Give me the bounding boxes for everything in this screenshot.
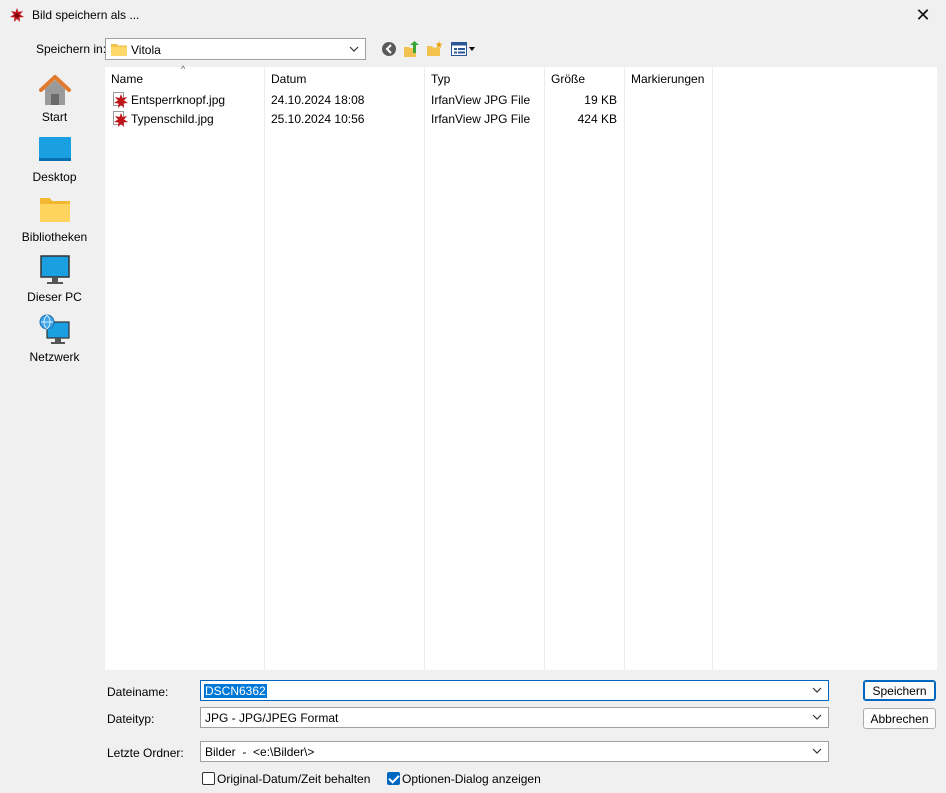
place-network[interactable]: Netzwerk bbox=[5, 314, 104, 372]
recent-folders-label: Letzte Ordner: bbox=[107, 746, 184, 760]
up-folder-button[interactable] bbox=[403, 40, 421, 58]
keep-date-checkbox[interactable] bbox=[202, 772, 215, 785]
save-button-label: Speichern bbox=[872, 683, 927, 698]
save-in-label: Speichern in: bbox=[36, 42, 107, 56]
column-divider bbox=[544, 67, 545, 670]
save-in-folder: Vitola bbox=[131, 43, 161, 57]
filetype-label: Dateityp: bbox=[107, 712, 155, 726]
close-icon: ✕ bbox=[915, 5, 931, 25]
chevron-down-icon bbox=[812, 714, 822, 720]
keep-date-label[interactable]: Original-Datum/Zeit behalten bbox=[217, 772, 370, 786]
file-type: IrfanView JPG File bbox=[431, 112, 531, 126]
chevron-down-icon bbox=[349, 46, 359, 52]
column-header-tags[interactable]: Markierungen bbox=[625, 67, 712, 89]
filetype-value: JPG - JPG/JPEG Format bbox=[205, 711, 339, 725]
file-list[interactable]: ^ Name Datum Typ Größe Markierungen Ents… bbox=[105, 64, 937, 670]
new-folder-icon bbox=[427, 41, 443, 56]
window-title: Bild speichern als ... bbox=[32, 8, 140, 22]
chevron-down-icon bbox=[812, 748, 822, 754]
network-icon bbox=[39, 314, 70, 344]
sort-ascending-icon: ^ bbox=[181, 64, 186, 74]
close-button[interactable]: ✕ bbox=[900, 0, 946, 31]
place-label: Netzwerk bbox=[29, 350, 80, 364]
irfanview-logo-icon bbox=[10, 8, 24, 22]
irfanview-file-icon bbox=[113, 111, 128, 127]
recent-folders-value: Bilder - <e:\Bilder\> bbox=[205, 745, 315, 759]
place-label: Dieser PC bbox=[27, 290, 82, 304]
this-pc-icon bbox=[40, 255, 70, 284]
view-menu-icon bbox=[451, 42, 475, 56]
home-icon bbox=[39, 75, 71, 105]
view-menu-button[interactable] bbox=[450, 40, 476, 58]
chevron-down-icon[interactable] bbox=[812, 685, 822, 695]
recent-folders-dropdown[interactable]: Bilder - <e:\Bilder\> bbox=[200, 741, 829, 762]
irfanview-file-icon bbox=[113, 92, 128, 108]
title-bar: Bild speichern als ... ✕ bbox=[0, 0, 946, 31]
place-start[interactable]: Start bbox=[5, 74, 104, 132]
file-size: 424 KB bbox=[577, 112, 617, 126]
column-header-label: Name bbox=[111, 72, 144, 86]
filename-value: DSCN6362 bbox=[204, 684, 267, 698]
column-divider bbox=[712, 67, 713, 670]
libraries-icon bbox=[40, 198, 70, 222]
place-label: Bibliotheken bbox=[21, 230, 88, 244]
place-desktop[interactable]: Desktop bbox=[5, 134, 104, 192]
column-header-size[interactable]: Größe bbox=[545, 67, 624, 89]
back-icon bbox=[382, 42, 396, 56]
column-header-label: Markierungen bbox=[631, 72, 705, 86]
file-size: 19 KB bbox=[584, 93, 617, 107]
new-folder-button[interactable] bbox=[426, 40, 444, 58]
column-header-type[interactable]: Typ bbox=[425, 67, 544, 89]
back-button[interactable] bbox=[380, 40, 398, 58]
column-header-label: Typ bbox=[431, 72, 451, 86]
file-date: 25.10.2024 10:56 bbox=[271, 112, 365, 126]
place-label: Start bbox=[41, 110, 68, 124]
folder-icon bbox=[111, 44, 127, 56]
column-header-date[interactable]: Datum bbox=[265, 67, 424, 89]
cancel-button[interactable]: Abbrechen bbox=[863, 708, 936, 729]
file-date: 24.10.2024 18:08 bbox=[271, 93, 365, 107]
up-folder-icon bbox=[404, 41, 419, 57]
file-row[interactable]: Entsperrknopf.jpg 24.10.2024 18:08 Irfan… bbox=[105, 91, 725, 110]
file-row[interactable]: Typenschild.jpg 25.10.2024 10:56 IrfanVi… bbox=[105, 110, 725, 129]
place-libraries[interactable]: Bibliotheken bbox=[5, 194, 104, 252]
file-name: Typenschild.jpg bbox=[131, 112, 214, 126]
place-label: Desktop bbox=[32, 170, 77, 184]
file-type: IrfanView JPG File bbox=[431, 93, 531, 107]
options-dialog-checkbox[interactable] bbox=[387, 772, 400, 785]
column-divider bbox=[264, 67, 265, 670]
column-header-label: Größe bbox=[551, 72, 586, 86]
column-divider bbox=[624, 67, 625, 670]
desktop-icon bbox=[39, 137, 71, 161]
column-header-name[interactable]: ^ Name bbox=[105, 64, 264, 89]
file-name: Entsperrknopf.jpg bbox=[131, 93, 226, 107]
save-in-dropdown[interactable]: Vitola bbox=[105, 38, 366, 60]
filename-input[interactable]: DSCN6362 bbox=[200, 680, 829, 701]
save-button[interactable]: Speichern bbox=[863, 680, 936, 701]
column-divider bbox=[424, 67, 425, 670]
options-dialog-label[interactable]: Optionen-Dialog anzeigen bbox=[402, 772, 541, 786]
places-bar: Start Desktop Bibliotheken Dieser PC Net… bbox=[5, 67, 104, 727]
filetype-dropdown[interactable]: JPG - JPG/JPEG Format bbox=[200, 707, 829, 728]
place-this-pc[interactable]: Dieser PC bbox=[5, 254, 104, 312]
column-header-label: Datum bbox=[271, 72, 307, 86]
cancel-button-label: Abbrechen bbox=[870, 711, 929, 726]
filename-label: Dateiname: bbox=[107, 685, 169, 699]
